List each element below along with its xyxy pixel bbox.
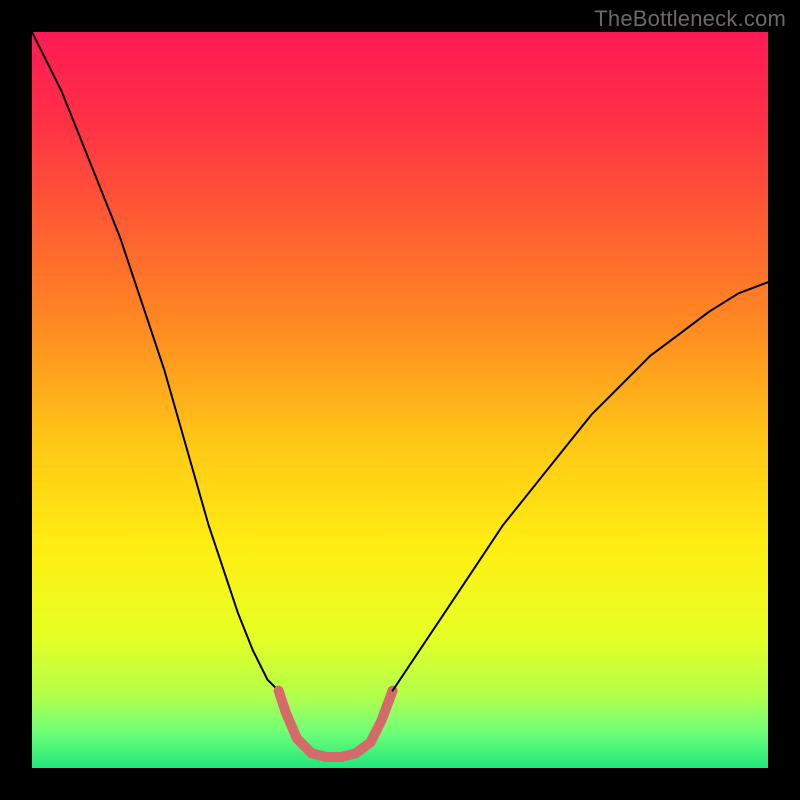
bottleneck-plot bbox=[0, 0, 800, 800]
chart-frame: TheBottleneck.com bbox=[0, 0, 800, 800]
watermark-label: TheBottleneck.com bbox=[594, 6, 786, 32]
plot-background bbox=[32, 32, 768, 768]
